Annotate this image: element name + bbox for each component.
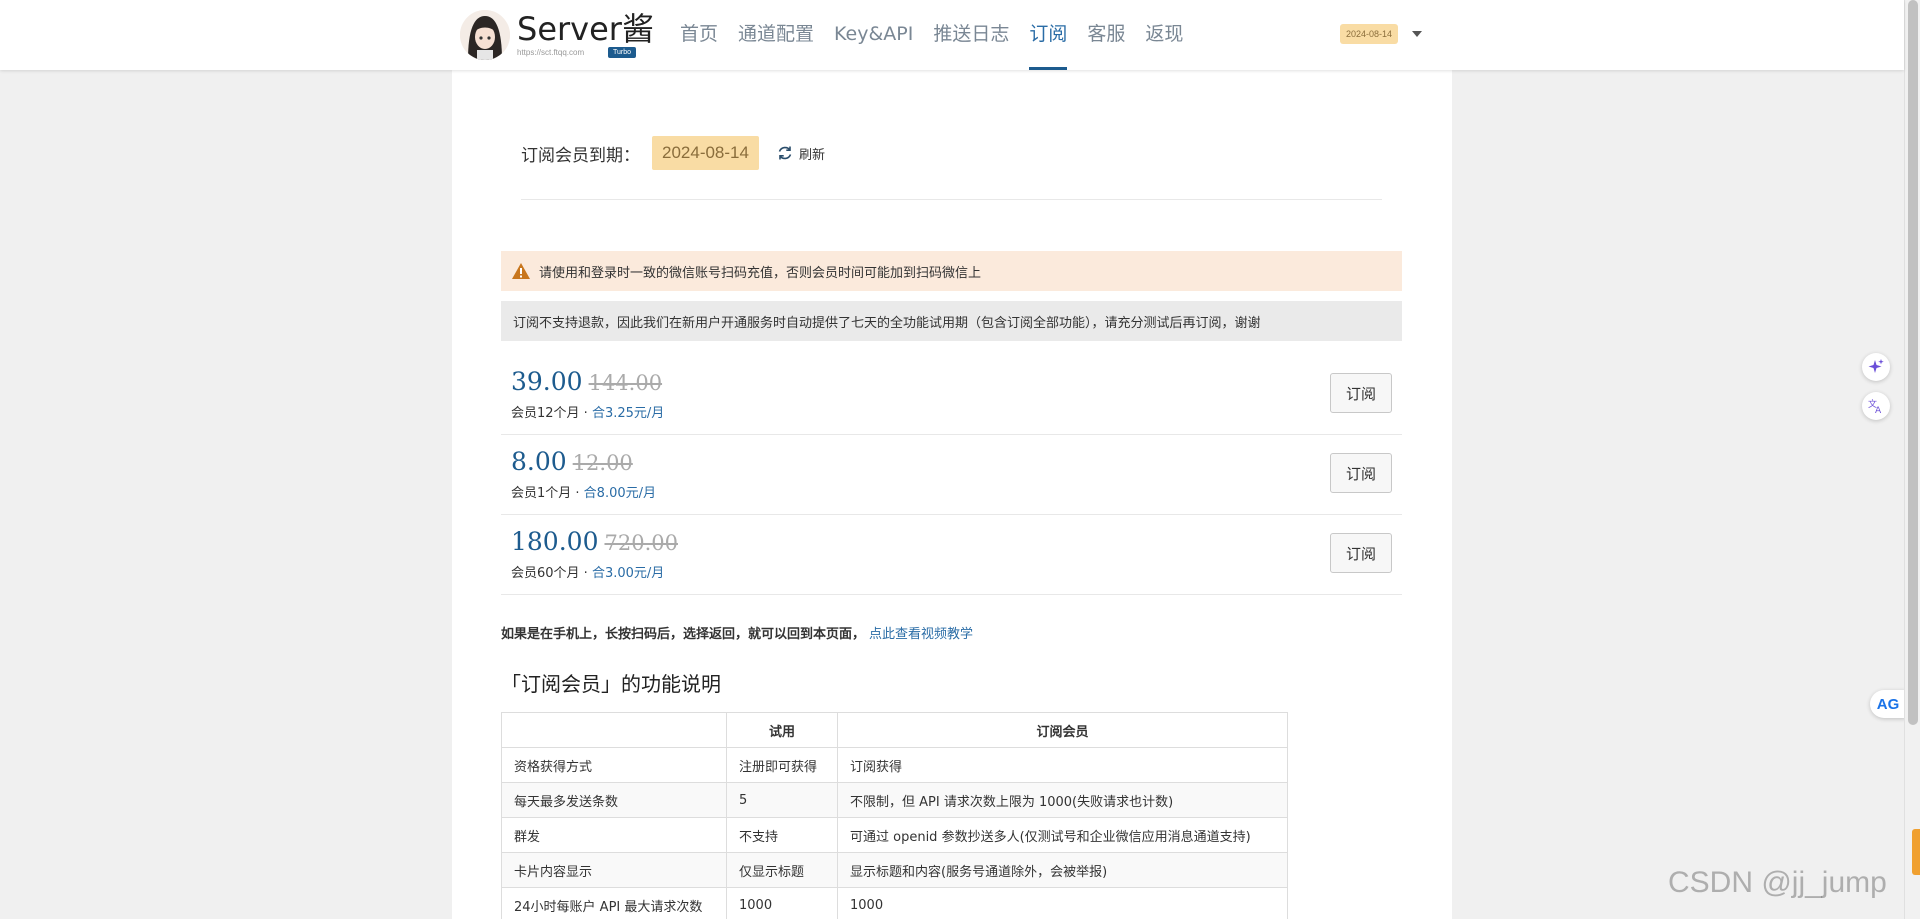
user-expire-badge[interactable]: 2024-08-14	[1340, 24, 1399, 44]
table-cell: 不支持	[726, 817, 838, 853]
logo-url: https://sct.ftqq.com	[517, 48, 585, 57]
plan-item: 39.00 144.00 会员12个月 · 合3.25元/月 订阅	[501, 355, 1402, 435]
plan-price: 180.00	[511, 527, 599, 556]
table-cell: 注册即可获得	[726, 747, 838, 783]
table-row: 卡片内容显示 仅显示标题 显示标题和内容(服务号通道除外，会被举报)	[501, 852, 1288, 888]
table-row: 24小时每账户 API 最大请求次数 1000 1000	[501, 887, 1288, 919]
plan-item: 180.00 720.00 会员60个月 · 合3.00元/月 订阅	[501, 515, 1402, 595]
mobile-tip: 如果是在手机上，长按扫码后，选择返回，就可以回到本页面， 点此查看视频教学	[501, 623, 973, 642]
table-header: 试用	[726, 712, 838, 748]
table-row: 每天最多发送条数 5 不限制，但 API 请求次数上限为 1000(失败请求也计…	[501, 782, 1288, 818]
plan-desc: 会员1个月 ·	[511, 486, 584, 501]
table-header	[501, 712, 727, 748]
table-cell: 24小时每账户 API 最大请求次数	[501, 887, 727, 919]
plan-desc: 会员60个月 ·	[511, 566, 592, 581]
nav-push-log[interactable]: 推送日志	[923, 0, 1019, 70]
ag-extension-button[interactable]: AG	[1870, 690, 1906, 718]
expire-date-badge: 2024-08-14	[652, 136, 759, 170]
nav-home[interactable]: 首页	[670, 0, 728, 70]
table-cell: 订阅获得	[837, 747, 1288, 783]
nav-support[interactable]: 客服	[1077, 0, 1135, 70]
table-cell: 资格获得方式	[501, 747, 727, 783]
expire-row: 订阅会员到期： 2024-08-14 刷新	[521, 136, 825, 170]
subscribe-button[interactable]: 订阅	[1330, 373, 1392, 413]
plan-original-price: 720.00	[604, 531, 678, 555]
refresh-icon	[778, 146, 792, 160]
main-content: 订阅会员到期： 2024-08-14 刷新 请使用和登录时一致的微信账号扫码充值…	[452, 70, 1452, 919]
plan-price-row: 8.00 12.00	[511, 447, 633, 476]
plan-desc-row: 会员1个月 · 合8.00元/月	[511, 482, 656, 501]
plan-price: 39.00	[511, 367, 583, 396]
side-tab-handle[interactable]	[1912, 829, 1920, 875]
plan-original-price: 144.00	[588, 371, 663, 395]
plan-item: 8.00 12.00 会员1个月 · 合8.00元/月 订阅	[501, 435, 1402, 515]
feature-table: 试用 订阅会员 资格获得方式 注册即可获得 订阅获得 每天最多发送条数 5 不限…	[501, 712, 1288, 919]
nav-channel-config[interactable]: 通道配置	[728, 0, 824, 70]
main-nav: 首页 通道配置 Key&API 推送日志 订阅 客服 返现	[670, 0, 1193, 70]
table-row: 资格获得方式 注册即可获得 订阅获得	[501, 747, 1288, 783]
table-cell: 1000	[837, 887, 1288, 919]
plan-desc-row: 会员12个月 · 合3.25元/月	[511, 402, 664, 421]
refresh-label: 刷新	[798, 147, 825, 163]
video-tutorial-link[interactable]: 点此查看视频教学	[869, 627, 973, 642]
table-cell: 群发	[501, 817, 727, 853]
subscribe-button[interactable]: 订阅	[1330, 533, 1392, 573]
divider	[521, 199, 1382, 200]
info-text: 订阅不支持退款，因此我们在新用户开通服务时自动提供了七天的全功能试用期（包含订阅…	[513, 315, 1261, 331]
table-header-row: 试用 订阅会员	[501, 712, 1288, 748]
plan-desc-row: 会员60个月 · 合3.00元/月	[511, 562, 664, 581]
table-cell: 仅显示标题	[726, 852, 838, 888]
table-header: 订阅会员	[837, 712, 1288, 748]
turbo-badge: Turbo	[608, 47, 637, 58]
nav-cashback[interactable]: 返现	[1135, 0, 1193, 70]
plan-original-price: 12.00	[572, 451, 633, 475]
warning-text: 请使用和登录时一致的微信账号扫码充值，否则会员时间可能加到扫码微信上	[539, 265, 982, 281]
plan-per-month: 合3.25元/月	[591, 406, 665, 421]
table-cell: 5	[726, 782, 838, 818]
ai-sparkle-icon[interactable]	[1862, 353, 1890, 381]
refresh-button[interactable]: 刷新	[777, 144, 825, 163]
plan-price: 8.00	[511, 447, 567, 476]
logo-title[interactable]: Server酱	[517, 4, 654, 50]
chevron-down-icon[interactable]	[1412, 31, 1422, 37]
scrollbar-thumb[interactable]	[1908, 0, 1918, 725]
scrollbar[interactable]	[1904, 0, 1920, 919]
watermark: CSDN @jj_jump	[1668, 866, 1887, 899]
table-cell: 显示标题和内容(服务号通道除外，会被举报)	[837, 852, 1288, 888]
subscribe-button[interactable]: 订阅	[1330, 453, 1392, 493]
expire-label: 订阅会员到期：	[521, 145, 640, 166]
nav-key-api[interactable]: Key&API	[824, 0, 923, 70]
table-cell: 1000	[726, 887, 838, 919]
svg-text:A: A	[1875, 406, 1882, 415]
table-cell: 卡片内容显示	[501, 852, 727, 888]
plan-desc: 会员12个月 ·	[511, 406, 592, 421]
table-row: 群发 不支持 可通过 openid 参数抄送多人(仅测试号和企业微信应用消息通道…	[501, 817, 1288, 853]
nav-subscribe[interactable]: 订阅	[1019, 0, 1077, 70]
feature-section-title: 「订阅会员」的功能说明	[501, 672, 721, 696]
translate-icon[interactable]: 文 A	[1862, 392, 1890, 420]
mobile-tip-text: 如果是在手机上，长按扫码后，选择返回，就可以回到本页面，	[501, 627, 866, 642]
table-cell: 可通过 openid 参数抄送多人(仅测试号和企业微信应用消息通道支持)	[837, 817, 1288, 853]
logo-avatar[interactable]	[460, 10, 510, 60]
ag-label: AG	[1876, 695, 1900, 713]
plan-per-month: 合3.00元/月	[591, 566, 665, 581]
top-navbar: Server酱 https://sct.ftqq.com Turbo 首页 通道…	[0, 0, 1904, 70]
table-cell: 每天最多发送条数	[501, 782, 727, 818]
plan-price-row: 180.00 720.00	[511, 527, 678, 556]
warning-icon	[512, 263, 530, 279]
plan-price-row: 39.00 144.00	[511, 367, 662, 396]
plan-per-month: 合8.00元/月	[583, 486, 656, 501]
warning-alert: 请使用和登录时一致的微信账号扫码充值，否则会员时间可能加到扫码微信上	[501, 251, 1402, 291]
info-alert: 订阅不支持退款，因此我们在新用户开通服务时自动提供了七天的全功能试用期（包含订阅…	[501, 301, 1402, 341]
table-cell: 不限制，但 API 请求次数上限为 1000(失败请求也计数)	[837, 782, 1288, 818]
plan-list: 39.00 144.00 会员12个月 · 合3.25元/月 订阅 8.00 12.…	[501, 355, 1402, 595]
